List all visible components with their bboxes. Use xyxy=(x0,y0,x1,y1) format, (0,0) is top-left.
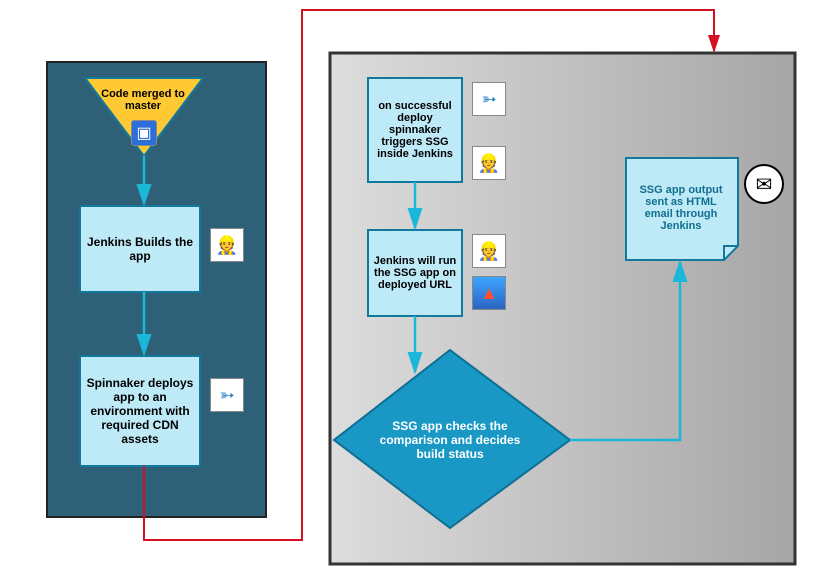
diagram-canvas: Code merged to master ▣ Jenkins Builds t… xyxy=(0,0,819,580)
spinnaker-icon: ➳ xyxy=(210,378,244,412)
node-trigger: on successful deploy spinnaker triggers … xyxy=(368,78,462,182)
node-deploy: Spinnaker deploys app to an environment … xyxy=(80,356,200,466)
email-icon: ✉ xyxy=(744,164,784,204)
spinnaker-icon: ➳ xyxy=(472,82,506,116)
lighthouse-icon: ▲ xyxy=(472,276,506,310)
bitbucket-icon: ▣ xyxy=(131,120,157,146)
jenkins-icon: 👷 xyxy=(472,146,506,180)
node-run: Jenkins will run the SSG app on deployed… xyxy=(368,230,462,316)
node-merge: Code merged to master xyxy=(93,80,193,120)
node-build: Jenkins Builds the app xyxy=(80,206,200,292)
node-check: SSG app checks the comparison and decide… xyxy=(360,412,540,468)
node-email: SSG app output sent as HTML email throug… xyxy=(628,162,734,254)
jenkins-icon: 👷 xyxy=(210,228,244,262)
jenkins-icon: 👷 xyxy=(472,234,506,268)
